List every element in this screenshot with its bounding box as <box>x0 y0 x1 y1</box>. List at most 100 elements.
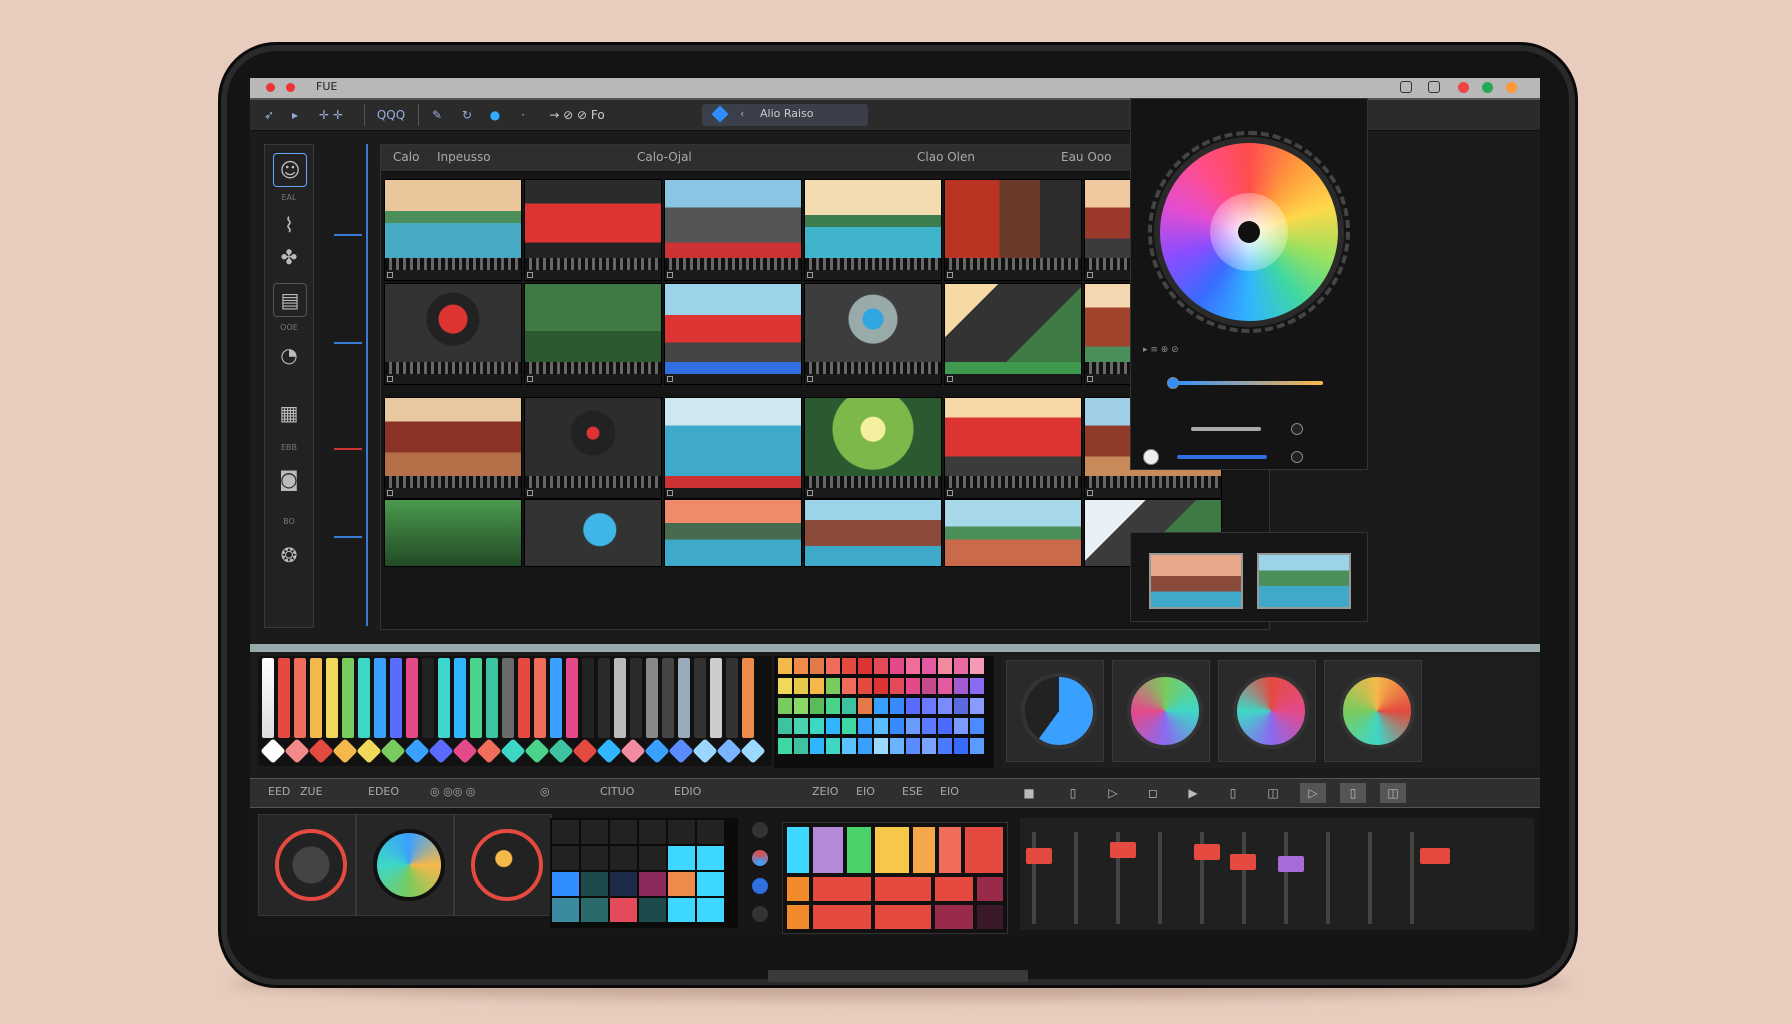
pad[interactable] <box>668 846 695 870</box>
stop-icon[interactable]: ■ <box>1016 783 1042 803</box>
swatch[interactable] <box>922 738 936 754</box>
clip-thumbnail[interactable] <box>944 283 1082 385</box>
palette-diamond[interactable] <box>644 738 670 764</box>
palette-bar[interactable] <box>390 658 402 738</box>
pad[interactable] <box>581 872 608 896</box>
clip-thumbnail[interactable] <box>664 283 802 385</box>
swatch[interactable] <box>826 718 840 734</box>
swatch[interactable] <box>874 678 888 694</box>
palette-bar[interactable] <box>486 658 498 738</box>
column-header[interactable]: Calo <box>393 150 419 164</box>
color-block[interactable] <box>977 905 1003 929</box>
palette-bar[interactable] <box>406 658 418 738</box>
swatch[interactable] <box>858 698 872 714</box>
clip-thumbnail[interactable] <box>944 179 1082 281</box>
swatch[interactable] <box>938 658 952 674</box>
pad[interactable] <box>697 820 724 844</box>
swatch[interactable] <box>954 658 968 674</box>
palette-bar[interactable] <box>374 658 386 738</box>
tab-item[interactable]: EIO <box>856 785 875 798</box>
swatch[interactable] <box>858 658 872 674</box>
clip-thumbnail[interactable] <box>384 499 522 567</box>
swatch[interactable] <box>858 678 872 694</box>
swatch[interactable] <box>778 658 792 674</box>
palette-bar[interactable] <box>598 658 610 738</box>
color-dot-icon[interactable]: ● <box>484 104 506 126</box>
swatch[interactable] <box>922 658 936 674</box>
palette-diamond[interactable] <box>668 738 694 764</box>
clip-thumbnail[interactable] <box>524 499 662 567</box>
palette-diamond[interactable] <box>260 738 286 764</box>
clip-thumbnail[interactable] <box>664 179 802 281</box>
gamma-dial[interactable] <box>1127 673 1203 749</box>
palette-bar[interactable] <box>502 658 514 738</box>
swatch[interactable] <box>842 678 856 694</box>
pad[interactable] <box>668 872 695 896</box>
swatch[interactable] <box>954 678 968 694</box>
copy-icon[interactable]: ◫ <box>1260 783 1286 803</box>
pad[interactable] <box>639 820 666 844</box>
fader-cap[interactable] <box>1194 844 1220 860</box>
palette-bar[interactable] <box>534 658 546 738</box>
marker[interactable] <box>334 234 362 236</box>
swatch[interactable] <box>938 678 952 694</box>
color-block[interactable] <box>875 827 909 873</box>
offset-dial[interactable] <box>1339 673 1415 749</box>
preview-before[interactable] <box>1149 553 1243 609</box>
swatch[interactable] <box>778 738 792 754</box>
color-block[interactable] <box>787 827 809 873</box>
swatch[interactable] <box>890 698 904 714</box>
swatch[interactable] <box>906 678 920 694</box>
palette-diamond[interactable] <box>548 738 574 764</box>
swatch[interactable] <box>778 698 792 714</box>
swatch[interactable] <box>810 738 824 754</box>
palette-bar[interactable] <box>422 658 434 738</box>
marker[interactable] <box>334 536 362 538</box>
pad[interactable] <box>697 898 724 922</box>
pad[interactable] <box>639 872 666 896</box>
refresh-icon[interactable]: ↻ <box>456 104 478 126</box>
swatch[interactable] <box>842 698 856 714</box>
swatch[interactable] <box>874 718 888 734</box>
hue-slider[interactable] <box>1173 381 1323 385</box>
mini-knob[interactable] <box>752 906 768 922</box>
palette-bar[interactable] <box>614 658 626 738</box>
pad[interactable] <box>552 846 579 870</box>
record-icon[interactable] <box>1458 82 1469 93</box>
color-block[interactable] <box>787 877 809 901</box>
palette-diamond[interactable] <box>716 738 742 764</box>
alert-icon[interactable] <box>1506 82 1517 93</box>
swatch[interactable] <box>810 718 824 734</box>
pad[interactable] <box>581 846 608 870</box>
pad[interactable] <box>552 872 579 896</box>
clip-thumbnail[interactable] <box>524 397 662 499</box>
palette-bar[interactable] <box>550 658 562 738</box>
swatch[interactable] <box>794 738 808 754</box>
clip-thumbnail[interactable] <box>804 397 942 499</box>
color-block[interactable] <box>965 827 1003 873</box>
folder-icon[interactable] <box>1428 81 1440 93</box>
clip-thumbnail[interactable] <box>944 499 1082 567</box>
swatch[interactable] <box>922 678 936 694</box>
marker[interactable] <box>334 448 362 450</box>
tab-item[interactable]: EED <box>268 785 290 798</box>
swatch[interactable] <box>842 718 856 734</box>
swatch[interactable] <box>922 698 936 714</box>
swatch[interactable] <box>874 658 888 674</box>
palette-diamond[interactable] <box>308 738 334 764</box>
swatch[interactable] <box>970 658 984 674</box>
swatch[interactable] <box>810 698 824 714</box>
fan-icon[interactable]: ✤ <box>273 241 305 273</box>
move-tool-icon[interactable]: ✛ ✛ <box>308 104 354 126</box>
gain-dial[interactable] <box>1233 673 1309 749</box>
palette-bar[interactable] <box>358 658 370 738</box>
palette-diamond[interactable] <box>284 738 310 764</box>
swatch[interactable] <box>826 738 840 754</box>
pad[interactable] <box>581 898 608 922</box>
color-wheel[interactable] <box>1154 137 1344 327</box>
color-block[interactable] <box>939 827 961 873</box>
palette-diamond[interactable] <box>428 738 454 764</box>
palette-diamond[interactable] <box>524 738 550 764</box>
swatch[interactable] <box>890 738 904 754</box>
pad[interactable] <box>668 820 695 844</box>
